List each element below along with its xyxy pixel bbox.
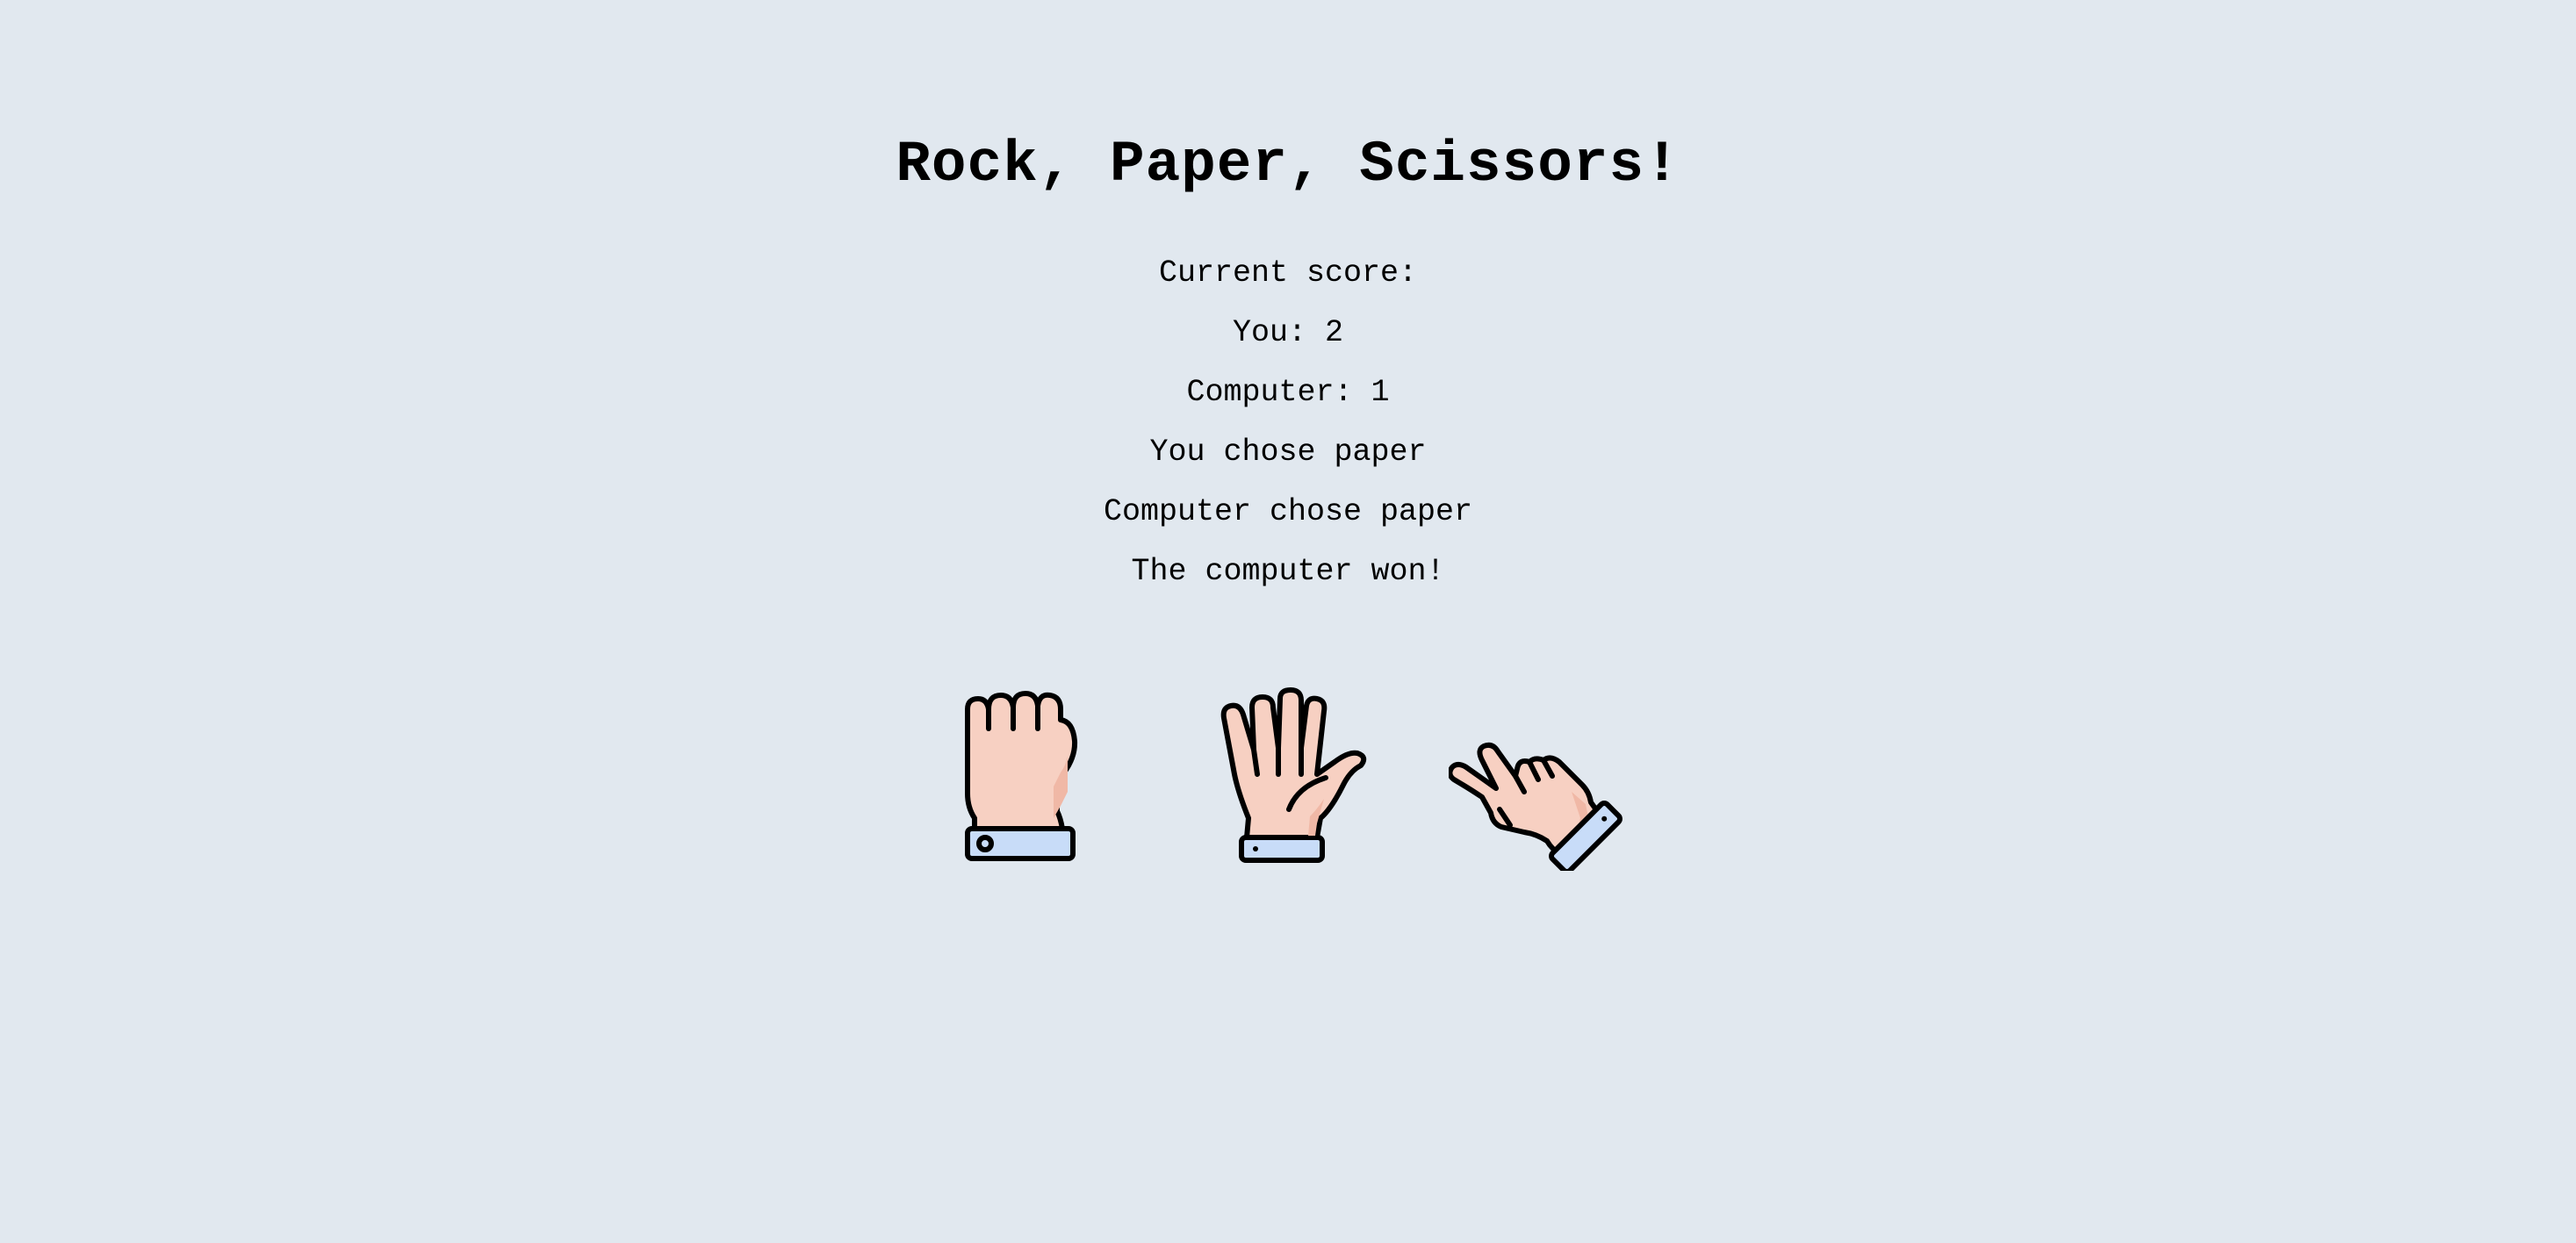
rock-button[interactable] xyxy=(948,678,1141,871)
page-title: Rock, Paper, Scissors! xyxy=(896,132,1680,198)
choice-buttons xyxy=(948,678,1651,871)
scissors-button[interactable] xyxy=(1449,678,1642,871)
round-result: The computer won! xyxy=(1131,554,1445,589)
rock-fist-icon xyxy=(965,691,1078,861)
player-choice: You chose paper xyxy=(1149,435,1427,470)
computer-score: Computer: 1 xyxy=(1186,375,1390,410)
score-heading: Current score: xyxy=(1158,255,1418,291)
scissors-hand-icon xyxy=(1449,742,1623,871)
game-page: Rock, Paper, Scissors! Current score: Yo… xyxy=(0,0,2576,1243)
paper-button[interactable] xyxy=(1203,678,1396,871)
player-score: You: 2 xyxy=(1232,315,1344,350)
computer-choice: Computer chose paper xyxy=(1103,494,1473,529)
paper-open-hand-icon xyxy=(1220,687,1367,863)
